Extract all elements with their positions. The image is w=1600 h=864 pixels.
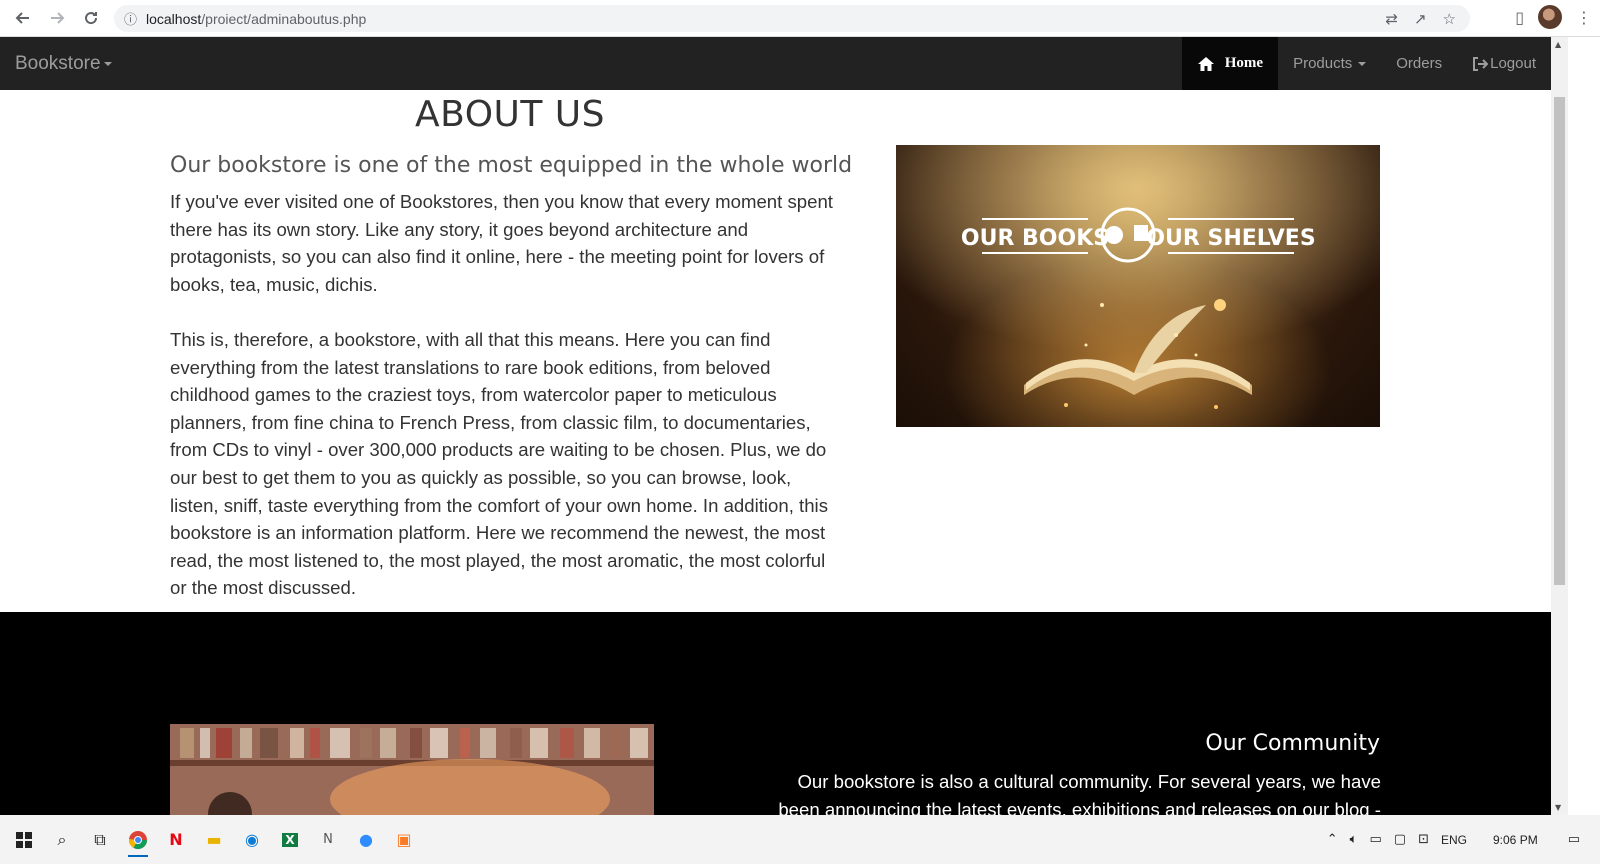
meet-now-icon[interactable]: ▢: [1394, 832, 1406, 847]
nav-home-label: Home: [1224, 55, 1264, 71]
notion-icon: N: [323, 832, 333, 847]
zoom-icon: ●: [359, 830, 373, 849]
site-info-icon[interactable]: ⓘ: [124, 9, 146, 28]
chrome-icon: [129, 830, 147, 849]
reload-icon: [85, 12, 98, 25]
menu-kebab-icon[interactable]: ⋮: [1576, 8, 1592, 27]
browser-toolbar: ⓘ localhost/proiect/adminaboutus.php ⇄ ↗…: [0, 0, 1600, 37]
translate-icon[interactable]: ⇄: [1385, 10, 1398, 28]
banner-left-text: OUR BOOKS: [961, 226, 1109, 251]
excel-icon: X: [282, 832, 298, 847]
file-explorer-taskbar-app[interactable]: ▬: [196, 823, 232, 857]
profile-avatar[interactable]: [1538, 5, 1562, 29]
windows-logo-icon: [16, 831, 32, 848]
scroll-down-arrow-icon[interactable]: ▼: [1555, 803, 1561, 812]
home-icon: [1197, 56, 1214, 71]
nav-logout[interactable]: Logout: [1457, 37, 1551, 90]
back-button[interactable]: [6, 1, 40, 35]
nav-products-label: Products: [1293, 55, 1353, 72]
page-title: ABOUT US: [415, 94, 606, 135]
url-text: localhost/proiect/adminaboutus.php: [146, 10, 367, 27]
nav-orders-label: Orders: [1396, 55, 1443, 72]
task-view-icon: ⧉: [94, 829, 106, 849]
community-section: Our Community Our bookstore is also a cu…: [0, 612, 1551, 815]
brand-dropdown[interactable]: Bookstore: [15, 37, 112, 90]
nav-products-dropdown[interactable]: Products: [1278, 37, 1381, 90]
volume-icon[interactable]: 🔈︎: [1350, 832, 1358, 847]
language-indicator[interactable]: ENG: [1441, 833, 1467, 847]
side-panel-icon[interactable]: ▯: [1515, 8, 1524, 27]
netflix-taskbar-app[interactable]: N: [158, 823, 194, 857]
about-paragraph-2: This is, therefore, a bookstore, with al…: [170, 329, 828, 599]
bookshelf-illustration: [170, 724, 654, 815]
community-text: Our bookstore is also a cultural communi…: [778, 771, 1381, 815]
search-icon: ⌕: [57, 829, 67, 849]
library-shelves-image: [170, 724, 654, 815]
brand-label: Bookstore: [15, 52, 101, 74]
battery-icon[interactable]: ▭: [1369, 832, 1381, 847]
network-icon[interactable]: ⊡: [1418, 832, 1429, 847]
about-paragraph-1: If you've ever visited one of Bookstores…: [170, 191, 833, 295]
arrow-right-icon: [51, 12, 65, 24]
arrow-left-icon: [15, 12, 29, 24]
reload-button[interactable]: [74, 1, 108, 35]
notion-taskbar-app[interactable]: N: [310, 823, 346, 857]
excel-taskbar-app[interactable]: X: [272, 823, 308, 857]
search-button[interactable]: ⌕: [44, 823, 80, 857]
page-scrollbar[interactable]: ▲ ▼: [1551, 37, 1568, 815]
caret-down-icon: [103, 61, 112, 66]
start-button[interactable]: [6, 823, 42, 857]
edge-taskbar-app[interactable]: ◉: [234, 823, 270, 857]
site-navbar: Bookstore Home Products Orders Logout: [0, 37, 1551, 90]
windows-taskbar: ⌕ ⧉ N ▬ ◉ X N ● ▣ ⌃ 🔈︎ ▭ ▢ ⊡ ENG 9:06 PM…: [0, 815, 1600, 864]
page-content: ABOUT US Our bookstore is one of the mos…: [0, 90, 1551, 815]
system-tray: ⌃ 🔈︎ ▭ ▢ ⊡ ENG 9:06 PM ▭: [1327, 815, 1600, 864]
chrome-taskbar-app[interactable]: [120, 823, 156, 857]
clock[interactable]: 9:06 PM: [1493, 833, 1538, 847]
xampp-icon: ▣: [396, 830, 412, 849]
banner-right-text: OUR SHELVES: [1146, 226, 1315, 251]
address-bar[interactable]: ⓘ localhost/proiect/adminaboutus.php ⇄ ↗…: [114, 5, 1470, 32]
logout-icon: [1473, 56, 1489, 71]
open-book-illustration: OUR BOOKS OUR SHELVES: [896, 145, 1380, 427]
nav-orders[interactable]: Orders: [1381, 37, 1457, 90]
edge-icon: ◉: [245, 830, 259, 849]
share-icon[interactable]: ↗: [1414, 10, 1427, 28]
task-view-button[interactable]: ⧉: [82, 823, 118, 857]
notification-icon[interactable]: ▭: [1568, 832, 1580, 847]
nav-home[interactable]: Home: [1181, 37, 1279, 90]
scroll-up-arrow-icon[interactable]: ▲: [1555, 40, 1561, 49]
netflix-icon: N: [169, 830, 183, 849]
scrollbar-thumb[interactable]: [1554, 97, 1565, 585]
chevron-up-icon[interactable]: ⌃: [1327, 832, 1338, 847]
zoom-taskbar-app[interactable]: ●: [348, 823, 384, 857]
forward-button[interactable]: [40, 1, 74, 35]
bookstore-hero-image: OUR BOOKS OUR SHELVES: [896, 145, 1380, 427]
bookmark-star-icon[interactable]: ☆: [1443, 10, 1456, 28]
caret-down-icon: [1358, 61, 1367, 66]
community-title: Our Community: [1205, 731, 1380, 756]
about-subtitle: Our bookstore is one of the most equippe…: [170, 153, 853, 178]
xampp-taskbar-app[interactable]: ▣: [386, 823, 422, 857]
folder-icon: ▬: [206, 830, 222, 849]
nav-logout-label: Logout: [1490, 55, 1536, 72]
